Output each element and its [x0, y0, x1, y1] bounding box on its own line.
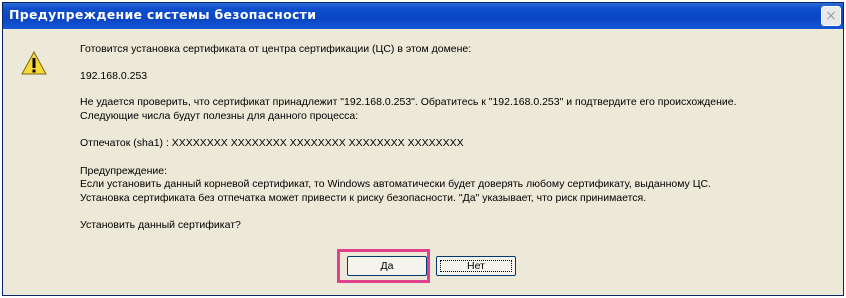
- warning-heading: Предупреждение:: [80, 164, 168, 177]
- thumbprint-text: Отпечаток (sha1) : XXXXXXXX XXXXXXXX XXX…: [80, 137, 464, 149]
- warning-line-1: Если установить данный корневой сертифик…: [80, 178, 711, 190]
- title-bar[interactable]: Предупреждение системы безопасности ×: [3, 3, 843, 29]
- cannot-verify-text: Не удается проверить, что сертификат при…: [80, 96, 737, 108]
- no-button[interactable]: Нет: [436, 256, 516, 276]
- close-button[interactable]: ×: [821, 6, 841, 26]
- intro-text: Готовится установка сертификата от центр…: [80, 43, 472, 55]
- highlight-box: [337, 249, 430, 283]
- install-question: Установить данный сертификат?: [80, 219, 241, 231]
- warning-line-2: Установка сертификата без отпечатка може…: [80, 191, 647, 204]
- message-body: Готовится установка сертификата от центр…: [80, 43, 837, 233]
- warning-icon: [21, 51, 47, 75]
- close-icon: ×: [825, 8, 837, 24]
- dialog-title: Предупреждение системы безопасности: [9, 7, 317, 22]
- no-button-label: Нет: [467, 260, 485, 272]
- host-address: 192.168.0.253: [80, 69, 148, 82]
- numbers-hint-text: Следующие числа будут полезны для данног…: [80, 109, 359, 122]
